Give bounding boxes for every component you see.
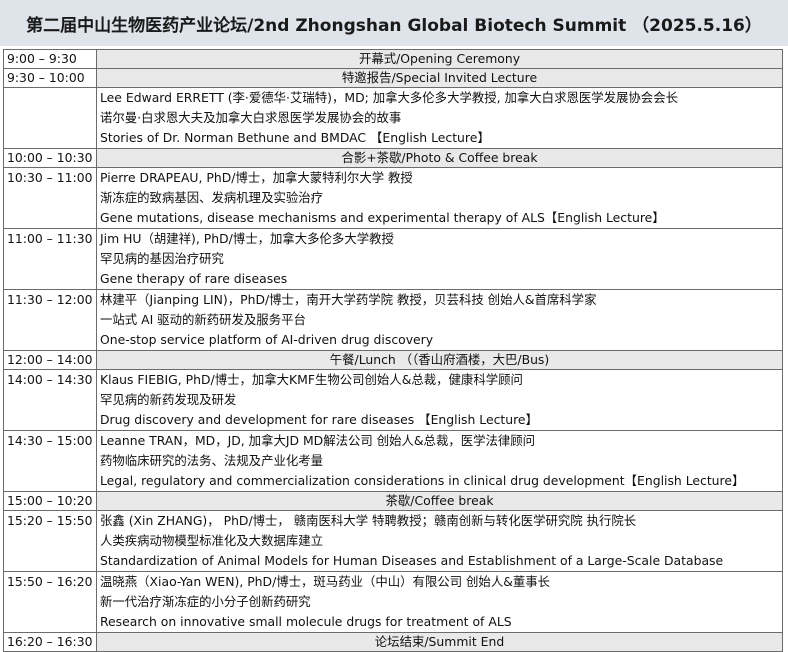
talk-cell: Klaus FIEBIG, PhD/博士，加拿大KMF生物公司创始人&总裁，健康…: [96, 369, 783, 431]
speaker-line: 温晓燕（Xiao-Yan WEN), PhD/博士，斑马药业（中山）有限公司 创…: [100, 574, 551, 589]
schedule-row-opening: 9:00 – 9:30 开幕式/Opening Ceremony: [3, 49, 783, 69]
time-cell: 15:00 – 10:20: [3, 491, 97, 511]
time-cell: 9:00 – 9:30: [3, 49, 97, 69]
talk-title-en: Gene mutations, disease mechanisms and e…: [100, 210, 665, 225]
talk-title-en: Legal, regulatory and commercialization …: [100, 473, 745, 488]
time-cell: 15:50 – 16:20: [3, 571, 97, 633]
talk-cell: Pierre DRAPEAU, PhD/博士，加拿大蒙特利尔大学 教授 渐冻症的…: [96, 167, 783, 229]
talk-title-cn: 渐冻症的致病基因、发病机理及实验治疗: [100, 190, 324, 205]
talk-cell: 张鑫 (Xin ZHANG)， PhD/博士， 赣南医科大学 特聘教授；赣南创新…: [96, 510, 783, 572]
session-label: 午餐/Lunch （（香山府酒楼，大巴/Bus): [96, 350, 783, 370]
time-cell: 9:30 – 10:00: [3, 68, 97, 88]
talk-cell: 温晓燕（Xiao-Yan WEN), PhD/博士，斑马药业（中山）有限公司 创…: [96, 571, 783, 633]
talk-title-cn: 一站式 AI 驱动的新药研发及服务平台: [100, 312, 306, 327]
speaker-line: 林建平（Jianping LIN)，PhD/博士，南开大学药学院 教授，贝芸科技…: [100, 292, 597, 307]
time-cell: 11:00 – 11:30: [3, 228, 97, 290]
schedule-row-wen: 15:50 – 16:20 温晓燕（Xiao-Yan WEN), PhD/博士，…: [3, 571, 783, 633]
summit-title-banner: 第二届中山生物医药产业论坛/2nd Zhongshan Global Biote…: [0, 0, 788, 46]
talk-title-cn: 新一代治疗渐冻症的小分子创新药研究: [100, 594, 311, 609]
session-label: 特邀报告/Special Invited Lecture: [96, 68, 783, 88]
speaker-line: Klaus FIEBIG, PhD/博士，加拿大KMF生物公司创始人&总裁，健康…: [100, 372, 523, 387]
session-label: 论坛结束/Summit End: [96, 632, 783, 652]
schedule-table: 9:00 – 9:30 开幕式/Opening Ceremony 9:30 – …: [3, 49, 783, 652]
schedule-row-photo-break: 10:00 – 10:30 合影+茶歇/Photo & Coffee break: [3, 148, 783, 168]
talk-title-cn: 罕见病的基因治疗研究: [100, 251, 224, 266]
talk-title-en: Standardization of Animal Models for Hum…: [100, 553, 724, 568]
talk-cell: Jim HU（胡建祥), PhD/博士，加拿大多伦多大学教授 罕见病的基因治疗研…: [96, 228, 783, 290]
schedule-row-lunch: 12:00 – 14:00 午餐/Lunch （（香山府酒楼，大巴/Bus): [3, 350, 783, 370]
schedule-row-hu: 11:00 – 11:30 Jim HU（胡建祥), PhD/博士，加拿大多伦多…: [3, 228, 783, 290]
session-label: 合影+茶歇/Photo & Coffee break: [96, 148, 783, 168]
schedule-row-errett: Lee Edward ERRETT (李·爱德华·艾瑞特)，MD; 加拿大多伦多…: [3, 87, 783, 149]
speaker-line: 张鑫 (Xin ZHANG)， PhD/博士， 赣南医科大学 特聘教授；赣南创新…: [100, 513, 637, 528]
time-cell: 16:20 – 16:30: [3, 632, 97, 652]
schedule-row-coffee-break: 15:00 – 10:20 茶歇/Coffee break: [3, 491, 783, 511]
talk-cell: Lee Edward ERRETT (李·爱德华·艾瑞特)，MD; 加拿大多伦多…: [96, 87, 783, 149]
talk-title-en: One-stop service platform of AI-driven d…: [100, 332, 434, 347]
time-cell: 10:30 – 11:00: [3, 167, 97, 229]
talk-title-cn: 诺尔曼·白求恩大夫及加拿大白求恩医学发展协会的故事: [100, 110, 402, 125]
talk-title-cn: 人类疾病动物模型标准化及大数据库建立: [100, 533, 324, 548]
talk-title-cn: 罕见病的新药发现及研发: [100, 392, 237, 407]
schedule-row-drapeau: 10:30 – 11:00 Pierre DRAPEAU, PhD/博士，加拿大…: [3, 167, 783, 229]
schedule-row-lin: 11:30 – 12:00 林建平（Jianping LIN)，PhD/博士，南…: [3, 289, 783, 351]
schedule-row-invited-lecture: 9:30 – 10:00 特邀报告/Special Invited Lectur…: [3, 68, 783, 88]
time-cell: 15:20 – 15:50: [3, 510, 97, 572]
time-cell: [3, 87, 97, 149]
schedule-row-tran: 14:30 – 15:00 Leanne TRAN，MD，JD, 加拿大JD M…: [3, 430, 783, 492]
speaker-line: Pierre DRAPEAU, PhD/博士，加拿大蒙特利尔大学 教授: [100, 170, 413, 185]
time-cell: 10:00 – 10:30: [3, 148, 97, 168]
time-cell: 14:30 – 15:00: [3, 430, 97, 492]
talk-cell: 林建平（Jianping LIN)，PhD/博士，南开大学药学院 教授，贝芸科技…: [96, 289, 783, 351]
talk-title-en: Drug discovery and development for rare …: [100, 412, 538, 427]
speaker-line: Leanne TRAN，MD，JD, 加拿大JD MD解法公司 创始人&总裁，医…: [100, 433, 536, 448]
talk-title-en: Gene therapy of rare diseases: [100, 271, 288, 286]
time-cell: 14:00 – 14:30: [3, 369, 97, 431]
schedule-row-fiebig: 14:00 – 14:30 Klaus FIEBIG, PhD/博士，加拿大KM…: [3, 369, 783, 431]
talk-title-cn: 药物临床研究的法务、法规及产业化考量: [100, 453, 324, 468]
session-label: 茶歇/Coffee break: [96, 491, 783, 511]
talk-title-en: Stories of Dr. Norman Bethune and BMDAC …: [100, 130, 490, 145]
schedule-row-zhang: 15:20 – 15:50 张鑫 (Xin ZHANG)， PhD/博士， 赣南…: [3, 510, 783, 572]
talk-cell: Leanne TRAN，MD，JD, 加拿大JD MD解法公司 创始人&总裁，医…: [96, 430, 783, 492]
talk-title-en: Research on innovative small molecule dr…: [100, 614, 512, 629]
time-cell: 11:30 – 12:00: [3, 289, 97, 351]
time-cell: 12:00 – 14:00: [3, 350, 97, 370]
summit-title: 第二届中山生物医药产业论坛/2nd Zhongshan Global Biote…: [26, 15, 762, 36]
speaker-line: Jim HU（胡建祥), PhD/博士，加拿大多伦多大学教授: [100, 231, 394, 246]
schedule-row-closing: 16:20 – 16:30 论坛结束/Summit End: [3, 632, 783, 652]
speaker-line: Lee Edward ERRETT (李·爱德华·艾瑞特)，MD; 加拿大多伦多…: [100, 90, 678, 105]
session-label: 开幕式/Opening Ceremony: [96, 49, 783, 69]
